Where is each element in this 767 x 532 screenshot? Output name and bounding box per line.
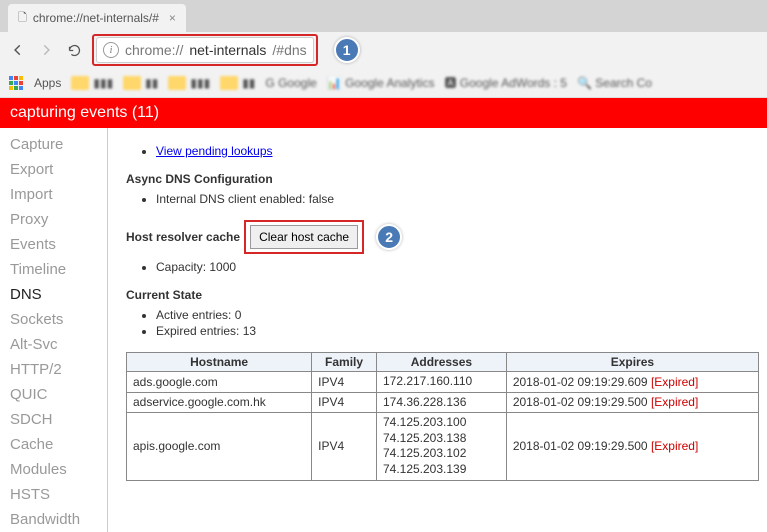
url-path: /#dns	[272, 42, 306, 58]
sidebar-item-import[interactable]: Import	[0, 182, 107, 207]
cell-hostname: adservice.google.com.hk	[127, 392, 312, 413]
bookmark-item[interactable]: 🔍 Search Co	[577, 76, 652, 90]
main-panel: View pending lookups Async DNS Configura…	[108, 128, 767, 532]
sidebar-item-altsvc[interactable]: Alt-Svc	[0, 332, 107, 357]
tab-title: chrome://net-internals/#	[33, 11, 159, 25]
bookmark-item[interactable]: G Google	[265, 76, 316, 90]
col-hostname: Hostname	[127, 353, 312, 372]
bookmark-item[interactable]: 📊 Google Analytics	[327, 76, 435, 90]
table-row: ads.google.comIPV4172.217.160.1102018-01…	[127, 372, 759, 393]
forward-button[interactable]	[36, 40, 56, 60]
sidebar-item-capture[interactable]: Capture	[0, 132, 107, 157]
sidebar-item-http2[interactable]: HTTP/2	[0, 357, 107, 382]
tab-bar: 🗋 chrome://net-internals/# ×	[0, 0, 767, 32]
toolbar: i chrome:// net-internals /#dns 1	[0, 32, 767, 68]
col-expires: Expires	[506, 353, 758, 372]
url-host: net-internals	[189, 42, 266, 58]
cell-addresses: 74.125.203.10074.125.203.13874.125.203.1…	[376, 413, 506, 480]
cell-expires: 2018-01-02 09:19:29.609 [Expired]	[506, 372, 758, 393]
sidebar-item-events[interactable]: Events	[0, 232, 107, 257]
annotation-marker-1: 1	[334, 37, 360, 63]
browser-tab[interactable]: 🗋 chrome://net-internals/# ×	[8, 4, 186, 32]
sidebar: CaptureExportImportProxyEventsTimelineDN…	[0, 128, 108, 532]
col-family: Family	[312, 353, 377, 372]
bookmark-item[interactable]: ▮▮	[123, 76, 158, 90]
dns-table: Hostname Family Addresses Expires ads.go…	[126, 352, 759, 481]
expired-entries: Expired entries: 13	[156, 324, 759, 338]
table-row: apis.google.comIPV474.125.203.10074.125.…	[127, 413, 759, 480]
bookmark-item[interactable]: 🅰 Google AdWords : 5	[444, 74, 567, 91]
sidebar-item-timeline[interactable]: Timeline	[0, 257, 107, 282]
back-button[interactable]	[8, 40, 28, 60]
cell-family: IPV4	[312, 392, 377, 413]
section-current-state: Current State	[126, 288, 759, 302]
cell-hostname: ads.google.com	[127, 372, 312, 393]
annotation-highlight-url: i chrome:// net-internals /#dns	[92, 34, 318, 66]
apps-label[interactable]: Apps	[34, 76, 61, 90]
cell-addresses: 172.217.160.110	[376, 372, 506, 393]
banner: capturing events (11)	[0, 98, 767, 128]
sidebar-item-export[interactable]: Export	[0, 157, 107, 182]
pending-lookups-link[interactable]: View pending lookups	[156, 144, 273, 158]
table-row: adservice.google.com.hkIPV4174.36.228.13…	[127, 392, 759, 413]
sidebar-item-bandwidth[interactable]: Bandwidth	[0, 507, 107, 532]
close-icon[interactable]: ×	[169, 11, 176, 25]
cell-expires: 2018-01-02 09:19:29.500 [Expired]	[506, 392, 758, 413]
sidebar-item-dns[interactable]: DNS	[0, 282, 107, 307]
sidebar-item-quic[interactable]: QUIC	[0, 382, 107, 407]
sidebar-item-cache[interactable]: Cache	[0, 432, 107, 457]
sidebar-item-sockets[interactable]: Sockets	[0, 307, 107, 332]
bookmark-item[interactable]: ▮▮	[220, 76, 255, 90]
cell-family: IPV4	[312, 413, 377, 480]
section-async-dns: Async DNS Configuration	[126, 172, 759, 186]
capacity-item: Capacity: 1000	[156, 260, 759, 274]
url-prefix: chrome://	[125, 42, 183, 58]
sidebar-item-modules[interactable]: Modules	[0, 457, 107, 482]
host-cache-label: Host resolver cache	[126, 230, 240, 244]
sidebar-item-proxy[interactable]: Proxy	[0, 207, 107, 232]
info-icon: i	[103, 42, 119, 58]
annotation-highlight-button: Clear host cache	[244, 220, 364, 254]
bookmarks-bar: Apps ▮▮▮ ▮▮ ▮▮▮ ▮▮ G Google 📊 Google Ana…	[0, 68, 767, 98]
cell-expires: 2018-01-02 09:19:29.500 [Expired]	[506, 413, 758, 480]
annotation-marker-2: 2	[376, 224, 402, 250]
bookmark-item[interactable]: ▮▮▮	[71, 76, 113, 90]
url-bar[interactable]: i chrome:// net-internals /#dns	[96, 37, 314, 63]
sidebar-item-hsts[interactable]: HSTS	[0, 482, 107, 507]
clear-host-cache-button[interactable]: Clear host cache	[250, 225, 358, 249]
cell-family: IPV4	[312, 372, 377, 393]
active-entries: Active entries: 0	[156, 308, 759, 322]
page-icon: 🗋	[18, 9, 27, 28]
bookmark-item[interactable]: ▮▮▮	[168, 76, 210, 90]
apps-icon[interactable]	[8, 75, 24, 91]
async-dns-item: Internal DNS client enabled: false	[156, 192, 759, 206]
sidebar-item-sdch[interactable]: SDCH	[0, 407, 107, 432]
col-addresses: Addresses	[376, 353, 506, 372]
cell-addresses: 174.36.228.136	[376, 392, 506, 413]
cell-hostname: apis.google.com	[127, 413, 312, 480]
reload-button[interactable]	[64, 40, 84, 60]
